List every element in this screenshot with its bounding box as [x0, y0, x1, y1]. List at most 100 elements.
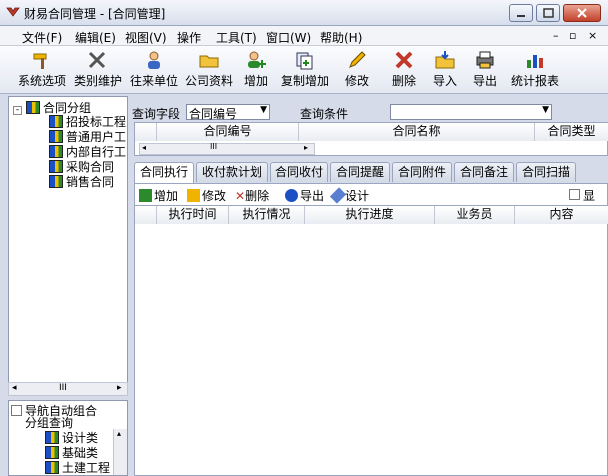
contacts-button[interactable]: 往来单位 [129, 48, 179, 92]
scroll-left-icon[interactable]: ◂ [142, 143, 146, 152]
book-icon [49, 160, 63, 173]
folder-icon [199, 55, 219, 68]
grid-horizontal-scrollbar[interactable]: ◂ III ▸ [139, 142, 315, 155]
book-icon [49, 130, 63, 143]
export-icon [285, 189, 298, 202]
scroll-thumb[interactable]: III [59, 383, 67, 393]
add-button[interactable]: 增加 [240, 48, 272, 92]
show-checkbox-label: 显 [583, 189, 596, 203]
chevron-down-icon: ▼ [260, 105, 267, 115]
import-icon [435, 51, 455, 69]
category-maintain-button[interactable]: 类别维护 [72, 48, 124, 92]
sub-modify-button[interactable]: 修改 [187, 187, 226, 204]
book-icon [45, 446, 59, 459]
book-icon [26, 101, 40, 114]
menu-operate[interactable]: 操作 [177, 29, 201, 46]
nav-item[interactable]: 土建工程 [45, 459, 110, 476]
printer-icon [476, 51, 494, 69]
query-condition-select[interactable]: ▼ [390, 104, 552, 120]
window-title: 财易合同管理 - [合同管理] [24, 7, 166, 21]
pencil-icon [187, 189, 200, 202]
statistics-report-button[interactable]: 统计报表 [510, 48, 560, 92]
pencil-icon [349, 51, 366, 68]
tab-contract-execution[interactable]: 合同执行 [134, 162, 194, 183]
add-user-icon [248, 51, 266, 68]
sub-add-button[interactable]: 增加 [139, 187, 178, 204]
delete-x-icon [395, 51, 413, 69]
add-icon [139, 189, 152, 202]
sub-toolbar: 增加 修改 ✕删除 导出 设计 显 [134, 183, 608, 205]
scroll-right-icon[interactable]: ▸ [304, 143, 308, 152]
book-icon [49, 175, 63, 188]
col-exec-status[interactable]: 执行情况 [229, 206, 305, 224]
nav-vertical-scrollbar[interactable]: ▴ [113, 429, 127, 475]
tree-item[interactable]: 销售合同 [49, 173, 114, 190]
tools-icon [88, 51, 106, 69]
minimize-button[interactable] [509, 4, 533, 22]
scroll-up-icon[interactable]: ▴ [117, 429, 121, 438]
tab-contract-reminder[interactable]: 合同提醒 [330, 162, 390, 182]
close-button[interactable] [563, 4, 601, 22]
tab-contract-payment[interactable]: 合同收付 [270, 162, 328, 182]
col-exec-time[interactable]: 执行时间 [157, 206, 229, 224]
menu-bar: 文件(F) 编辑(E) 视图(V) 操作 工具(T) 窗口(W) 帮助(H) –… [0, 26, 608, 46]
tab-contract-note[interactable]: 合同备注 [454, 162, 514, 182]
scroll-thumb[interactable]: III [210, 142, 217, 151]
main-content: 查询字段 合同编号 ▼ 查询条件 ▼ 合同编号 合同名称 合同类型 ◂ III … [130, 96, 608, 476]
delete-button[interactable]: 删除 [389, 48, 419, 92]
col-contract-type[interactable]: 合同类型 [535, 123, 608, 141]
maximize-icon [543, 8, 554, 18]
query-condition-label: 查询条件 [300, 107, 349, 121]
nav-group-box: 导航自动组合 分组查询 设计类 基础类 土建工程 ▴ [8, 400, 128, 476]
scroll-right-icon[interactable]: ▸ [117, 383, 122, 393]
col-content[interactable]: 内容 [515, 206, 608, 224]
sub-delete-button[interactable]: ✕删除 [235, 187, 269, 204]
tab-contract-scan[interactable]: 合同扫描 [516, 162, 576, 182]
sub-export-button[interactable]: 导出 [285, 187, 324, 204]
close-icon [577, 8, 587, 18]
scroll-left-icon[interactable]: ◂ [12, 383, 17, 393]
mdi-restore-icon[interactable]: ▫ [569, 29, 576, 42]
app-logo-icon [6, 7, 20, 17]
menu-help[interactable]: 帮助(H) [320, 29, 362, 46]
col-exec-progress[interactable]: 执行进度 [305, 206, 435, 224]
book-icon [45, 461, 59, 474]
query-field-label: 查询字段 [132, 107, 181, 121]
book-icon [49, 115, 63, 128]
mdi-close-icon[interactable]: × [588, 29, 597, 42]
contract-grid: 合同编号 合同名称 合同类型 ◂ III ▸ [134, 122, 608, 156]
copy-add-button[interactable]: 复制增加 [278, 48, 332, 92]
tab-payment-plan[interactable]: 收付款计划 [196, 162, 268, 182]
system-options-button[interactable]: 系统选项 [18, 48, 66, 92]
title-bar: 财易合同管理 - [合同管理] [0, 0, 608, 26]
category-tree: - 合同分组 招投标工程 普通用户工 内部自行工 采购合同 销售合同 [8, 96, 128, 396]
menu-view[interactable]: 视图(V) [125, 29, 167, 46]
chevron-down-icon: ▼ [542, 105, 549, 115]
chart-icon [527, 55, 543, 68]
design-icon [329, 187, 347, 204]
show-checkbox[interactable] [569, 189, 580, 200]
minimize-icon [517, 15, 525, 17]
company-info-button[interactable]: 公司资料 [183, 48, 235, 92]
col-salesperson[interactable]: 业务员 [435, 206, 515, 224]
detail-tabs: 合同执行 收付款计划 合同收付 合同提醒 合同附件 合同备注 合同扫描 [134, 162, 608, 183]
maximize-button[interactable] [536, 4, 560, 22]
col-contract-no[interactable]: 合同编号 [157, 123, 299, 141]
sub-design-button[interactable]: 设计 [329, 187, 369, 204]
person-icon [148, 51, 160, 69]
book-icon [45, 431, 59, 444]
export-button[interactable]: 导出 [470, 48, 500, 92]
query-field-select[interactable]: 合同编号 ▼ [186, 104, 270, 121]
modify-button[interactable]: 修改 [342, 48, 372, 92]
mdi-min-icon[interactable]: – [553, 29, 559, 42]
tree-horizontal-scrollbar[interactable]: ◂ III ▸ [8, 382, 128, 396]
menu-window[interactable]: 窗口(W) [266, 29, 311, 46]
auto-combine-checkbox[interactable] [11, 405, 22, 416]
import-button[interactable]: 导入 [430, 48, 460, 92]
menu-tools[interactable]: 工具(T) [216, 29, 257, 46]
menu-edit[interactable]: 编辑(E) [75, 29, 116, 46]
col-contract-name[interactable]: 合同名称 [299, 123, 535, 141]
toolbar: 系统选项 类别维护 往来单位 公司资料 增加 复制增加 修改 删除 导入 导出 … [0, 46, 608, 94]
tab-contract-attachment[interactable]: 合同附件 [392, 162, 452, 182]
menu-file[interactable]: 文件(F) [22, 29, 62, 46]
